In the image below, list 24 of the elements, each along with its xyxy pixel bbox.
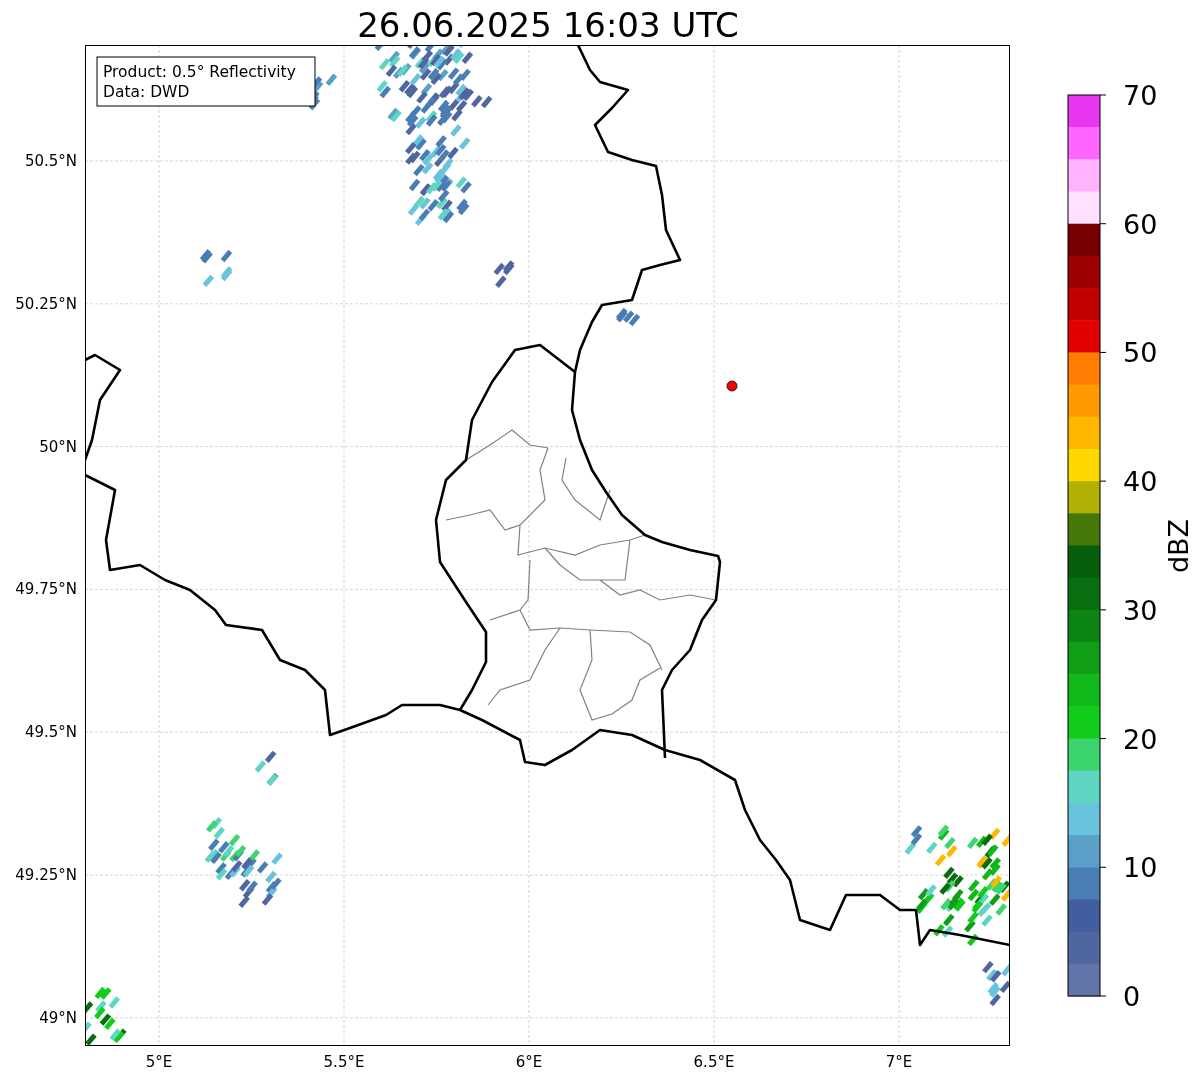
colorbar-tick-label: 60 bbox=[1123, 208, 1158, 240]
colorbar-label: dBZ bbox=[1163, 518, 1194, 574]
axis-tick-label: 50.5°N bbox=[24, 152, 77, 170]
colorbar-tick-label: 70 bbox=[1123, 80, 1158, 111]
axis-tick-label: 49°N bbox=[39, 1008, 77, 1027]
chart-title: 26.06.2025 16:03 UTC bbox=[357, 5, 739, 45]
axis-tick-label: 49.25°N bbox=[15, 866, 77, 884]
colorbar-tick-label: 10 bbox=[1123, 852, 1158, 884]
colorbar-tick-label: 40 bbox=[1123, 466, 1158, 498]
axis-tick-label: 5°E bbox=[145, 1053, 173, 1071]
axis-tick-label: 49.75°N bbox=[15, 580, 77, 599]
axis-tick-label: 50°N bbox=[39, 437, 77, 456]
axis-tick-label: 50.25°N bbox=[15, 294, 77, 313]
colorbar-tick-label: 0 bbox=[1123, 981, 1141, 1012]
colorbar-tick-label: 30 bbox=[1123, 594, 1158, 626]
axis-tick-label: 6.5°E bbox=[693, 1053, 735, 1071]
colorbar-tick-label: 20 bbox=[1123, 723, 1158, 755]
axis-tick-label: 7°E bbox=[885, 1053, 913, 1071]
annotation-text: Product: 0.5° Reflectivity bbox=[103, 63, 296, 81]
axis-tick-label: 5.5°E bbox=[323, 1053, 365, 1071]
axis-tick-label: 49.5°N bbox=[24, 723, 77, 742]
colorbar-tick-label: 50 bbox=[1123, 337, 1158, 369]
annotation-text: Data: DWD bbox=[103, 83, 190, 101]
axis-tick-label: 6°E bbox=[515, 1053, 543, 1071]
